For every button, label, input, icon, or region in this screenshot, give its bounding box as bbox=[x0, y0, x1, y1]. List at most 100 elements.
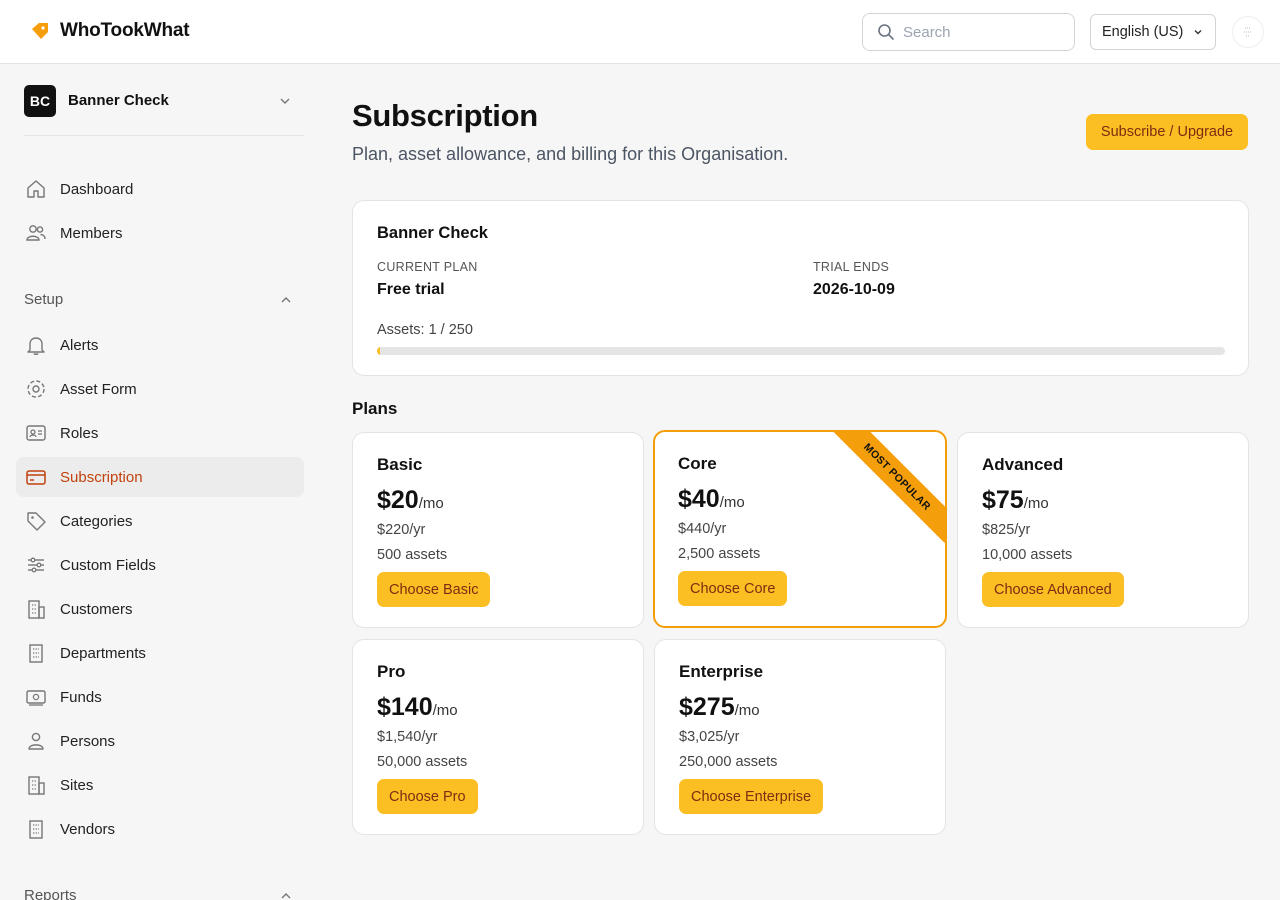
sidebar-item-dashboard[interactable]: Dashboard bbox=[16, 169, 304, 209]
sidebar-item-asset-form[interactable]: Asset Form bbox=[16, 369, 304, 409]
sidebar-item-label: Alerts bbox=[60, 336, 99, 354]
choose-advanced-button[interactable]: Choose Advanced bbox=[982, 572, 1124, 607]
sidebar-item-vendors[interactable]: Vendors bbox=[16, 809, 304, 849]
org-switcher[interactable]: BC Banner Check bbox=[24, 84, 304, 136]
plan-asset-allowance: 10,000 assets bbox=[982, 547, 1073, 563]
search-icon bbox=[878, 24, 894, 40]
plan-name: Pro bbox=[377, 662, 406, 681]
sidebar-item-categories[interactable]: Categories bbox=[16, 501, 304, 541]
plan-yearly-price: $1,540/yr bbox=[377, 729, 438, 745]
setup-section-header[interactable]: Setup bbox=[24, 291, 304, 308]
top-bar: WhoTookWhat English (US) bbox=[0, 0, 1280, 64]
choose-pro-button[interactable]: Choose Pro bbox=[377, 779, 478, 814]
plan-yearly-price: $825/yr bbox=[982, 522, 1031, 538]
sidebar-item-roles[interactable]: Roles bbox=[16, 413, 304, 453]
sidebar-item-subscription[interactable]: Subscription bbox=[16, 457, 304, 497]
plan-card-advanced: Advanced $75/mo $825/yr 10,000 assets Ch… bbox=[957, 432, 1249, 628]
sidebar-item-label: Custom Fields bbox=[60, 556, 156, 574]
assets-usage-text: Assets: 1 / 250 bbox=[377, 322, 473, 338]
sidebar-item-departments[interactable]: Departments bbox=[16, 633, 304, 673]
summary-org-name: Banner Check bbox=[377, 224, 488, 242]
sidebar-item-label: Funds bbox=[60, 688, 102, 706]
building-icon bbox=[24, 597, 48, 621]
plan-price-amount: $40 bbox=[678, 485, 720, 513]
plan-price: $140/mo bbox=[377, 693, 458, 722]
chevron-down-icon bbox=[280, 98, 290, 104]
setup-section-label: Setup bbox=[24, 291, 64, 308]
banknote-icon bbox=[24, 685, 48, 709]
chevron-up-icon bbox=[281, 296, 291, 302]
choose-enterprise-button[interactable]: Choose Enterprise bbox=[679, 779, 824, 814]
choose-core-button[interactable]: Choose Core bbox=[678, 571, 788, 606]
choose-basic-button[interactable]: Choose Basic bbox=[377, 572, 491, 607]
plan-price-amount: $75 bbox=[982, 486, 1024, 514]
plan-card-enterprise: Enterprise $275/mo $3,025/yr 250,000 ass… bbox=[654, 639, 946, 835]
tag-icon bbox=[24, 509, 48, 533]
users-icon bbox=[24, 221, 48, 245]
sidebar-item-label: Departments bbox=[60, 644, 146, 662]
plan-price-amount: $140 bbox=[377, 693, 433, 721]
plan-price: $275/mo bbox=[679, 693, 760, 722]
search-box[interactable] bbox=[862, 13, 1075, 51]
plan-yearly-price: $3,025/yr bbox=[679, 729, 740, 745]
brand-logo[interactable]: WhoTookWhat bbox=[30, 20, 190, 42]
page-subtitle: Plan, asset allowance, and billing for t… bbox=[352, 144, 789, 164]
reports-section-label: Reports bbox=[24, 887, 77, 900]
sidebar-item-label: Customers bbox=[60, 600, 133, 618]
sidebar-item-label: Members bbox=[60, 224, 123, 242]
avatar-icon bbox=[1244, 27, 1252, 37]
sidebar-item-label: Persons bbox=[60, 732, 116, 750]
search-input[interactable] bbox=[903, 23, 1053, 41]
sidebar: BC Banner Check Dashboard Members Setup … bbox=[0, 65, 320, 900]
plan-price-amount: $275 bbox=[679, 693, 735, 721]
plan-asset-allowance: 50,000 assets bbox=[377, 754, 468, 770]
trial-ends-label: TRIAL ENDS bbox=[813, 260, 890, 274]
sidebar-item-label: Dashboard bbox=[60, 180, 134, 198]
sidebar-item-label: Roles bbox=[60, 424, 99, 442]
language-label: English (US) bbox=[1102, 24, 1184, 40]
trial-ends-value: 2026-10-09 bbox=[813, 281, 895, 298]
reports-section-header[interactable]: Reports bbox=[24, 887, 304, 900]
credit-card-icon bbox=[24, 465, 48, 489]
bell-icon bbox=[24, 333, 48, 357]
plan-asset-allowance: 500 assets bbox=[377, 547, 448, 563]
plan-asset-allowance: 250,000 assets bbox=[679, 754, 778, 770]
plan-price-period: /mo bbox=[432, 702, 458, 719]
sidebar-item-funds[interactable]: Funds bbox=[16, 677, 304, 717]
plan-yearly-price: $220/yr bbox=[377, 522, 426, 538]
plan-price-period: /mo bbox=[418, 495, 444, 512]
sidebar-item-persons[interactable]: Persons bbox=[16, 721, 304, 761]
tag-logo-icon bbox=[32, 23, 48, 39]
plan-price-period: /mo bbox=[1023, 495, 1049, 512]
sidebar-item-members[interactable]: Members bbox=[16, 213, 304, 253]
assets-progress-bar bbox=[377, 347, 1225, 355]
plan-price-amount: $20 bbox=[377, 486, 419, 514]
sidebar-item-label: Sites bbox=[60, 776, 94, 794]
plan-price-period: /mo bbox=[719, 494, 745, 511]
page-title: Subscription bbox=[352, 98, 538, 133]
subscribe-upgrade-button[interactable]: Subscribe / Upgrade bbox=[1086, 114, 1248, 150]
plan-name: Core bbox=[678, 454, 717, 473]
org-name: Banner Check bbox=[68, 92, 169, 109]
sidebar-item-customers[interactable]: Customers bbox=[16, 589, 304, 629]
user-avatar[interactable] bbox=[1232, 16, 1264, 48]
assets-progress-fill bbox=[377, 347, 381, 355]
language-select[interactable]: English (US) bbox=[1090, 14, 1216, 50]
sidebar-item-alerts[interactable]: Alerts bbox=[16, 325, 304, 365]
subscription-summary-card: Banner Check CURRENT PLAN Free trial TRI… bbox=[352, 200, 1249, 376]
plans-heading: Plans bbox=[352, 399, 398, 418]
building-icon bbox=[24, 773, 48, 797]
sidebar-item-sites[interactable]: Sites bbox=[16, 765, 304, 805]
chevron-down-icon bbox=[1194, 30, 1202, 35]
sidebar-item-label: Vendors bbox=[60, 820, 116, 838]
plan-asset-allowance: 2,500 assets bbox=[678, 546, 761, 562]
building-icon bbox=[24, 817, 48, 841]
plan-price: $75/mo bbox=[982, 486, 1049, 515]
sidebar-item-custom-fields[interactable]: Custom Fields bbox=[16, 545, 304, 585]
plan-name: Advanced bbox=[982, 455, 1064, 474]
plan-card-pro: Pro $140/mo $1,540/yr 50,000 assets Choo… bbox=[352, 639, 644, 835]
most-popular-ribbon: MOST POPULAR bbox=[831, 432, 945, 543]
plan-name: Basic bbox=[377, 455, 423, 474]
person-icon bbox=[24, 729, 48, 753]
current-plan-value: Free trial bbox=[377, 281, 445, 298]
